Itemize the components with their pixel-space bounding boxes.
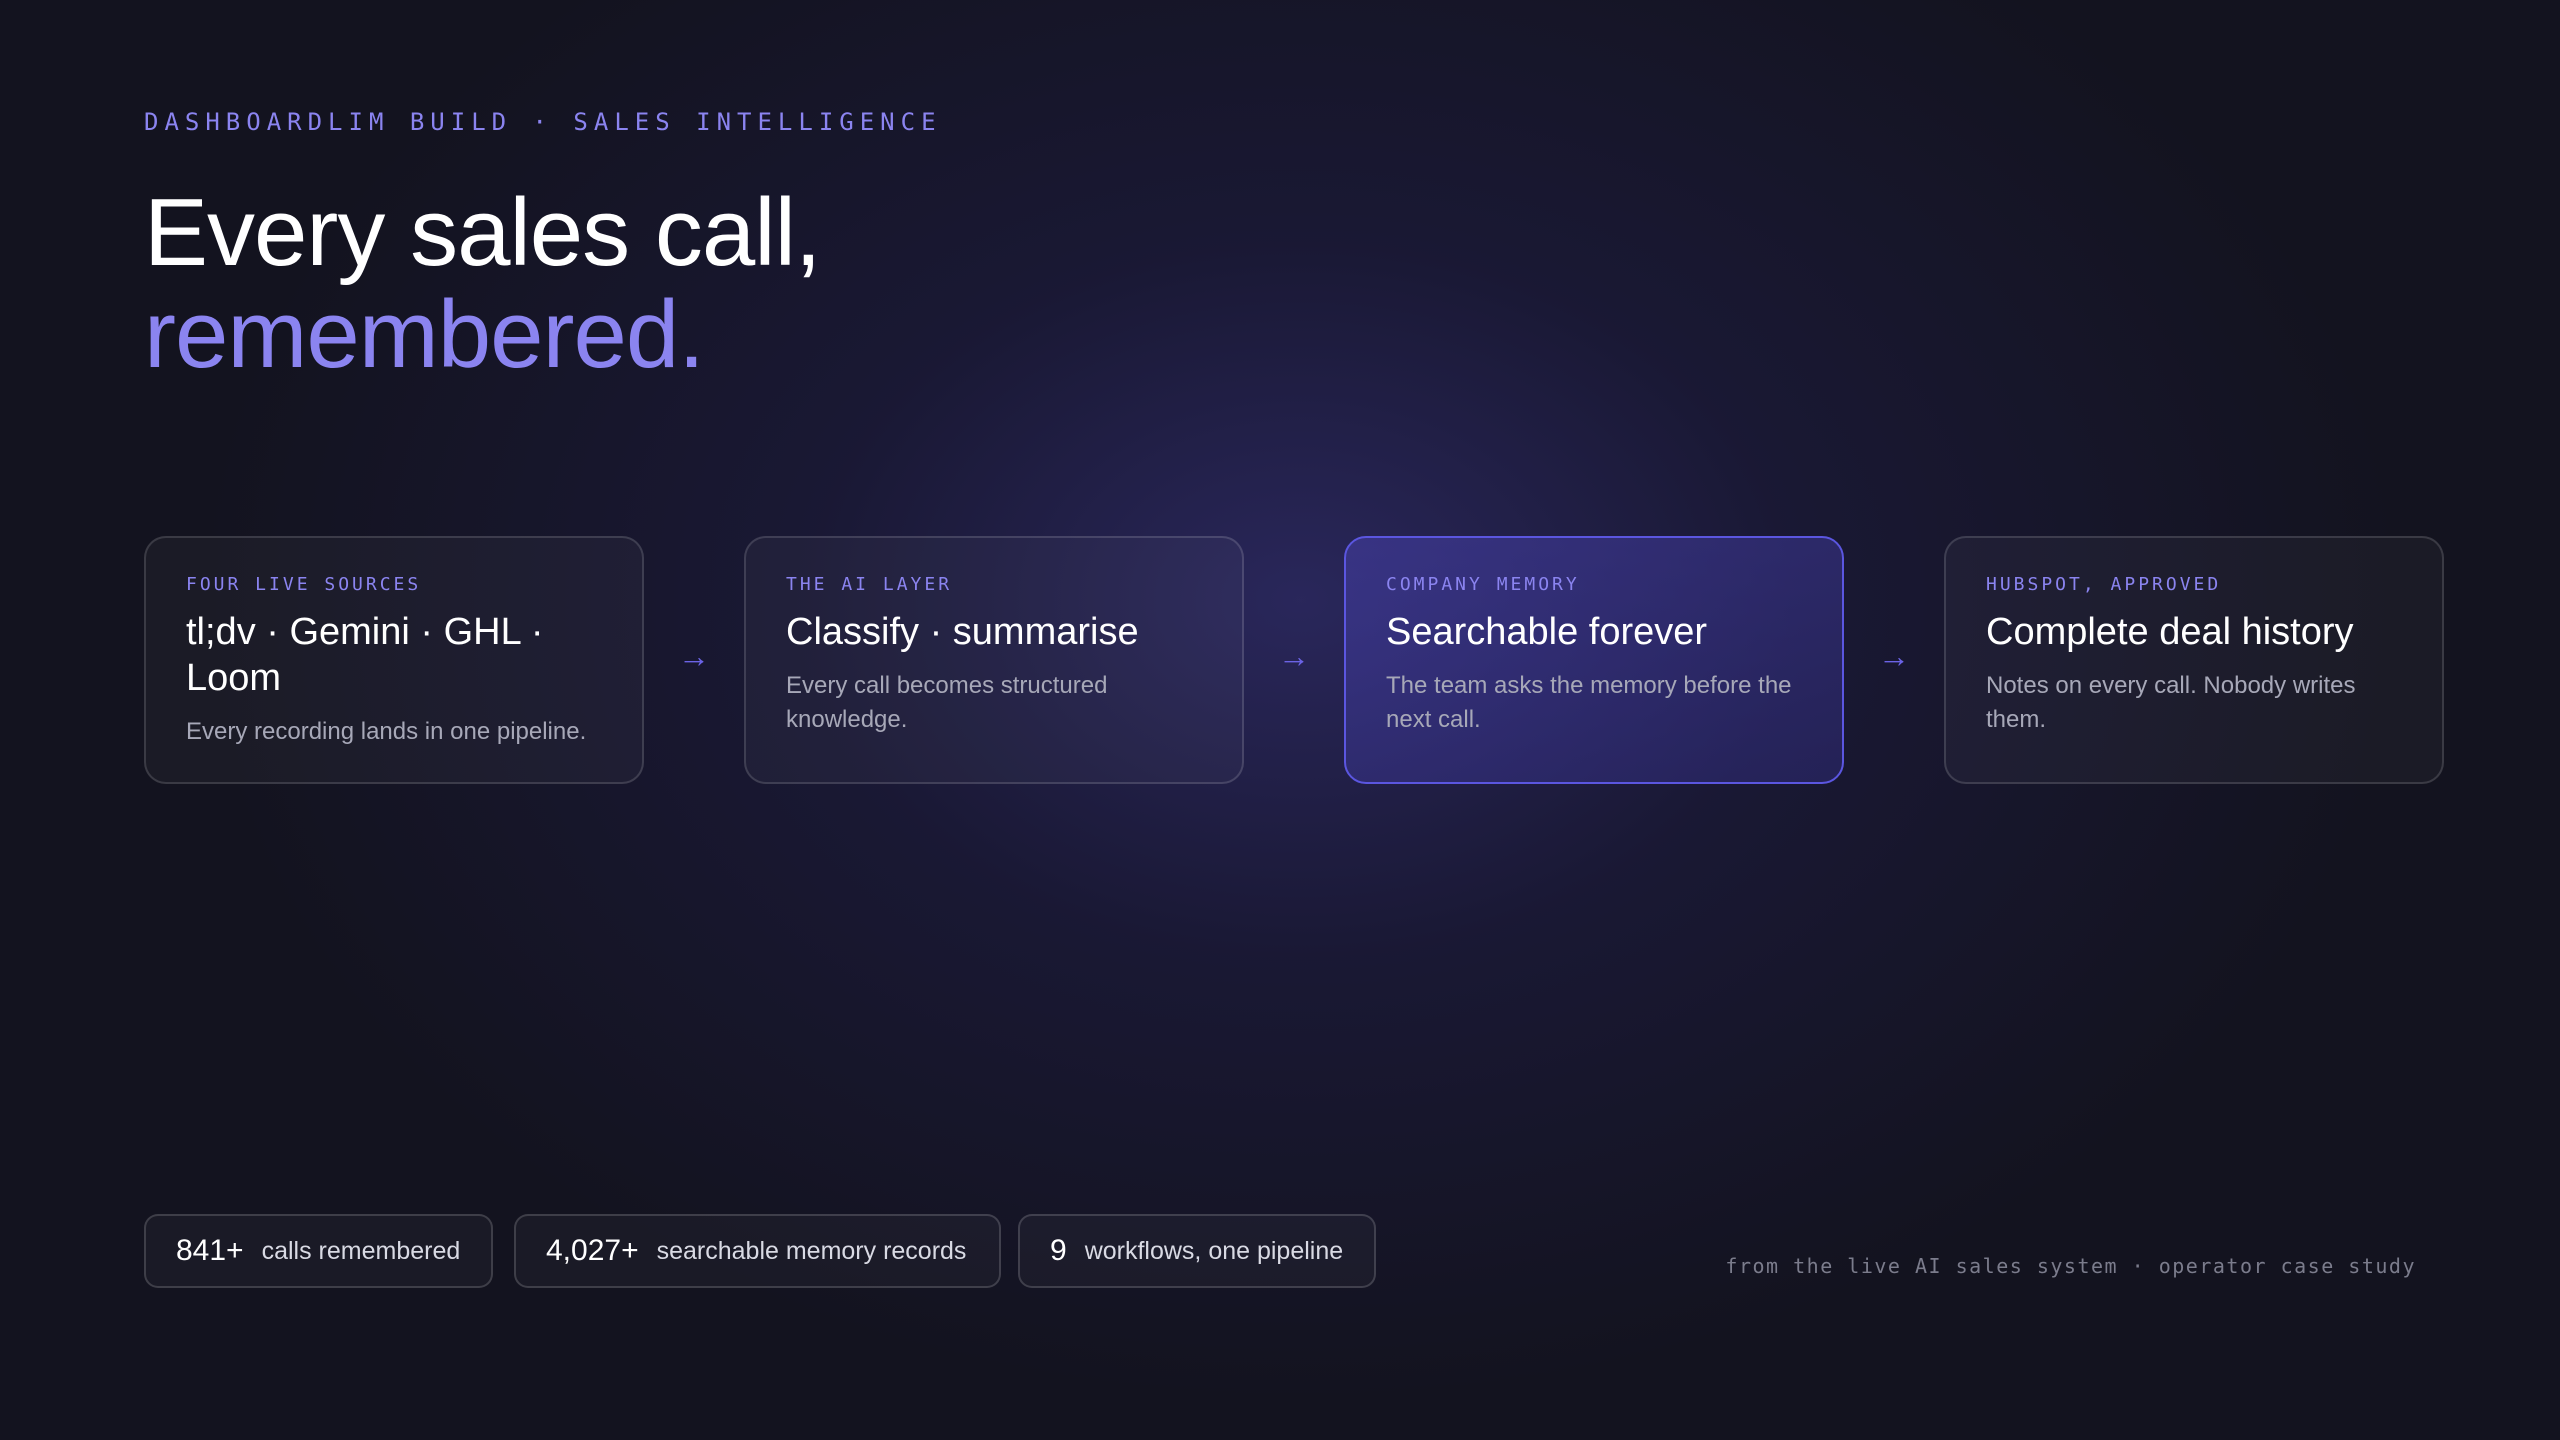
pipeline-card-company-memory: COMPANY MEMORY Searchable forever The te… — [1344, 536, 1844, 784]
page-headline: Every sales call, remembered. — [144, 179, 822, 388]
card-description: The team asks the memory before the next… — [1386, 672, 1792, 733]
headline-line-2: remembered. — [144, 281, 705, 388]
stat-label: searchable memory records — [656, 1236, 967, 1265]
arrow-right-icon: → — [1278, 638, 1310, 674]
stat-label: calls remembered — [261, 1236, 461, 1265]
arrow-right-icon: → — [1878, 638, 1910, 674]
card-eyebrow: HUBSPOT, APPROVED — [1986, 574, 2222, 595]
stat-label: workflows, one pipeline — [1084, 1236, 1344, 1265]
card-eyebrow: FOUR LIVE SOURCES — [186, 574, 422, 595]
card-description: Every recording lands in one pipeline. — [186, 718, 587, 745]
card-description: Every call becomes structured knowledge. — [786, 672, 1108, 733]
arrow-right-icon: → — [678, 638, 710, 674]
card-title: Complete deal history — [1986, 611, 2354, 653]
card-eyebrow: COMPANY MEMORY — [1386, 574, 1580, 595]
pipeline-card-ai-layer: THE AI LAYER Classify · summarise Every … — [744, 536, 1244, 784]
stat-calls-remembered: 841+ calls remembered — [144, 1214, 493, 1288]
stat-memory-records: 4,027+ searchable memory records — [514, 1214, 1001, 1288]
card-title: Classify · summarise — [786, 611, 1139, 653]
pipeline-flow: FOUR LIVE SOURCES tl;dv · Gemini · GHL ·… — [144, 536, 2448, 788]
card-eyebrow: THE AI LAYER — [786, 574, 953, 595]
pipeline-card-hubspot: HUBSPOT, APPROVED Complete deal history … — [1944, 536, 2444, 784]
card-description: Notes on every call. Nobody writes them. — [1986, 672, 2356, 733]
stat-workflows: 9 workflows, one pipeline — [1018, 1214, 1376, 1288]
pipeline-card-sources: FOUR LIVE SOURCES tl;dv · Gemini · GHL ·… — [144, 536, 644, 784]
card-title: Searchable forever — [1386, 611, 1708, 653]
page-eyebrow: DASHBOARDLIM BUILD · SALES INTELLIGENCE — [144, 108, 942, 136]
card-title: tl;dv · Gemini · GHL · Loom — [186, 611, 544, 699]
stat-value: 841+ — [176, 1234, 244, 1267]
headline-line-1: Every sales call, — [144, 179, 822, 286]
stat-value: 4,027+ — [546, 1234, 639, 1267]
stat-value: 9 — [1050, 1234, 1067, 1267]
footer-note: from the live AI sales system · operator… — [1725, 1254, 2416, 1278]
